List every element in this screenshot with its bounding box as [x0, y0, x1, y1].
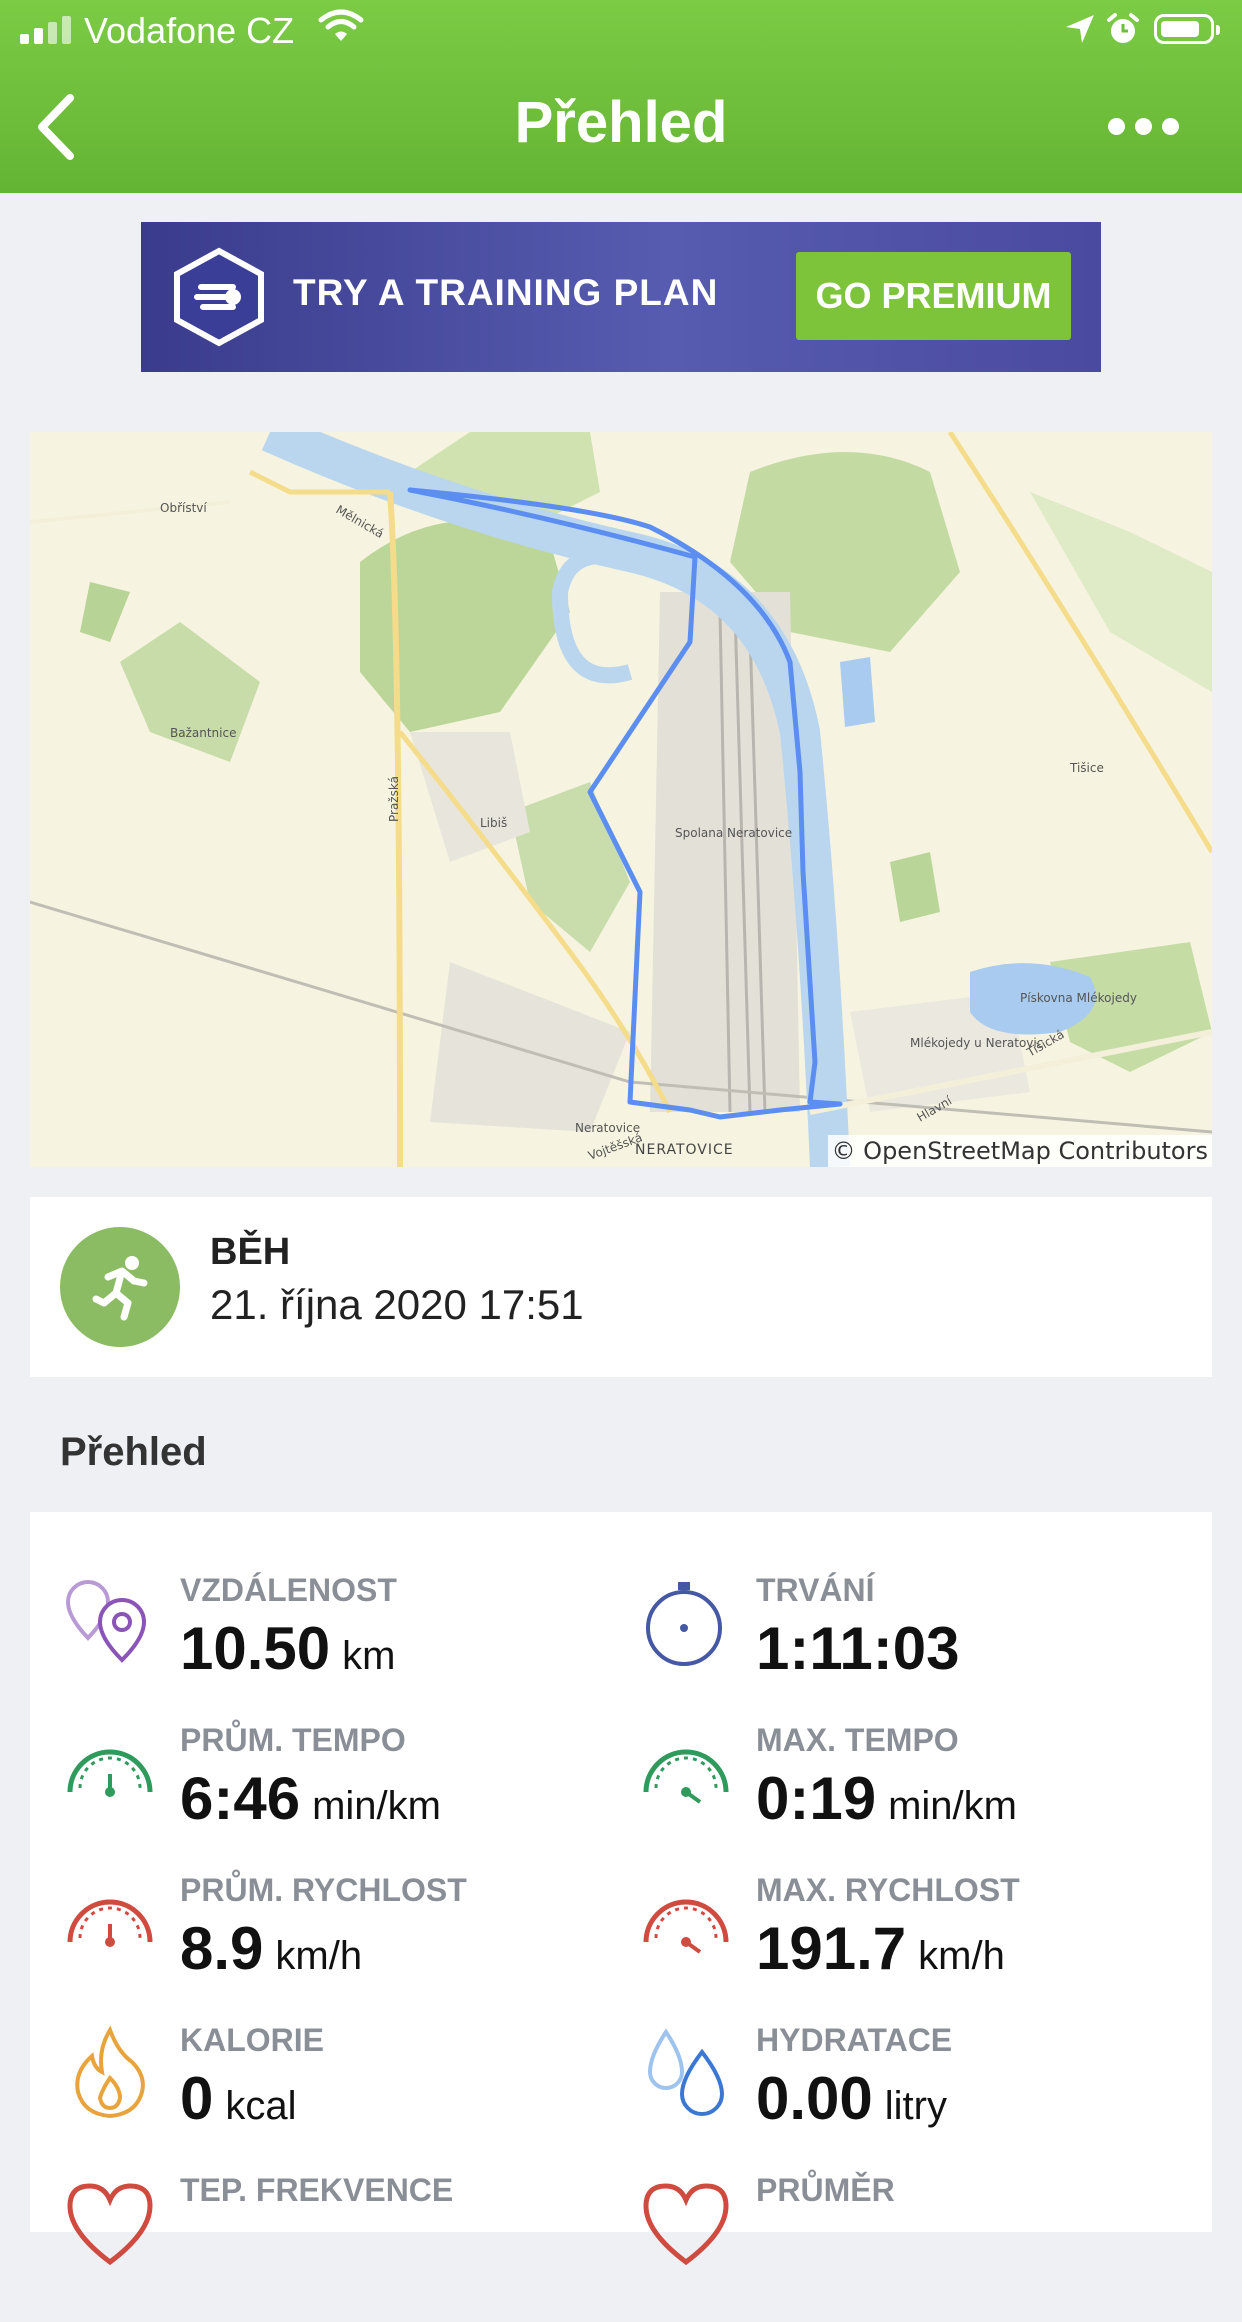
stat-max-pace: MAX. TEMPO 0:19 min/km — [636, 1722, 1196, 1872]
stats-card: VZDÁLENOST 10.50 km TRVÁNÍ 1:11:03 PRŮM. … — [30, 1512, 1212, 2266]
go-premium-button[interactable]: GO PREMIUM — [796, 252, 1071, 340]
stat-max-speed: MAX. RYCHLOST 191.7 km/h — [636, 1872, 1196, 2022]
stat-distance: VZDÁLENOST 10.50 km — [60, 1572, 620, 1722]
stat-value: 0.00 — [756, 2065, 873, 2132]
map-label: Obříství — [160, 501, 207, 515]
training-plan-logo-icon — [174, 247, 264, 347]
stat-calories: KALORIE 0 kcal — [60, 2022, 620, 2172]
stat-duration: TRVÁNÍ 1:11:03 — [636, 1572, 1196, 1722]
stat-label: MAX. RYCHLOST — [756, 1872, 1020, 1908]
signal-icon — [20, 16, 71, 44]
stat-unit: litry — [884, 2084, 947, 2128]
stat-label: PRŮMĚR — [756, 2172, 895, 2208]
stat-label: TRVÁNÍ — [756, 1572, 875, 1608]
carrier-name: Vodafone CZ — [84, 10, 295, 51]
map-labels: Obříství Bažantnice Libiš Spolana Nerato… — [160, 501, 1137, 1163]
stat-unit: km — [342, 1634, 396, 1678]
stat-heart-average: PRŮMĚR — [636, 2172, 1196, 2322]
stat-heart-rate: TEP. FREKVENCE — [60, 2172, 620, 2322]
activity-card: BĚH 21. října 2020 17:51 — [30, 1197, 1212, 1377]
map-label: Mlékojedy u Neratovic — [910, 1036, 1043, 1050]
stat-label: HYDRATACE — [756, 2022, 953, 2058]
map-label: Pískovna Mlékojedy — [1020, 991, 1137, 1005]
map-label: Pražská — [387, 776, 401, 822]
map-label: Hlavní — [915, 1093, 955, 1124]
speed-gauge-icon — [67, 1899, 153, 1947]
stat-avg-pace: PRŮM. TEMPO 6:46 min/km — [60, 1722, 620, 1872]
battery-icon — [1154, 14, 1220, 44]
stat-label: PRŮM. TEMPO — [180, 1722, 406, 1758]
stat-label: PRŮM. RYCHLOST — [180, 1872, 467, 1908]
app-header: Vodafone CZ Přehled — [0, 0, 1242, 193]
distance-pins-icon — [65, 1579, 147, 1663]
map-label: Libiš — [480, 816, 507, 830]
stat-label: VZDÁLENOST — [180, 1572, 397, 1608]
map-label: NERATOVICE — [635, 1142, 734, 1158]
status-bar: Vodafone CZ — [0, 0, 1242, 62]
stat-unit: kcal — [225, 2084, 297, 2128]
water-drops-icon — [647, 2028, 725, 2116]
pace-gauge-icon — [643, 1749, 729, 1804]
stopwatch-icon — [646, 1582, 722, 1666]
stat-unit: km/h — [918, 1934, 1005, 1978]
stat-value: 0:19 — [756, 1765, 877, 1832]
wifi-icon — [318, 9, 364, 41]
activity-type: BĚH — [210, 1231, 291, 1273]
speed-gauge-icon — [643, 1899, 729, 1954]
premium-banner[interactable]: TRY A TRAINING PLAN GO PREMIUM — [141, 222, 1101, 372]
stat-unit: min/km — [312, 1784, 441, 1828]
stat-value: 6:46 — [180, 1765, 301, 1832]
stat-value: 8.9 — [180, 1915, 264, 1982]
running-icon — [60, 1227, 180, 1347]
alarm-icon — [1107, 13, 1139, 43]
stat-label: KALORIE — [180, 2022, 324, 2058]
banner-text: TRY A TRAINING PLAN — [293, 272, 719, 313]
stat-label: TEP. FREKVENCE — [180, 2172, 454, 2208]
stat-value: 191.7 — [756, 1915, 907, 1982]
stat-value: 10.50 — [180, 1615, 331, 1682]
more-options-icon[interactable] — [1108, 106, 1188, 146]
stat-unit: min/km — [888, 1784, 1017, 1828]
map-label: Bažantnice — [170, 726, 236, 740]
map-label: Tišice — [1069, 761, 1104, 775]
location-arrow-icon — [1066, 15, 1094, 43]
map-label: Spolana Neratovice — [675, 826, 792, 840]
pace-gauge-icon — [67, 1749, 153, 1797]
stat-hydration: HYDRATACE 0.00 litry — [636, 2022, 1196, 2172]
heart-icon — [643, 2183, 729, 2266]
stat-label: MAX. TEMPO — [756, 1722, 959, 1758]
page-title: Přehled — [514, 90, 728, 155]
flame-icon — [75, 2025, 145, 2119]
stat-avg-speed: PRŮM. RYCHLOST 8.9 km/h — [60, 1872, 620, 2022]
heart-icon — [67, 2183, 153, 2266]
map-label: Mělnická — [334, 502, 387, 540]
stat-value: 1:11:03 — [756, 1615, 960, 1682]
activity-date: 21. října 2020 17:51 — [210, 1281, 584, 1328]
map-attribution[interactable]: © OpenStreetMap Contributors — [827, 1135, 1212, 1167]
section-title: Přehled — [60, 1430, 207, 1474]
route-map[interactable]: Obříství Bažantnice Libiš Spolana Nerato… — [30, 432, 1212, 1167]
map-label: Tišická — [1024, 1027, 1067, 1060]
stat-unit: km/h — [275, 1934, 363, 1978]
stat-value: 0 — [180, 2065, 214, 2132]
